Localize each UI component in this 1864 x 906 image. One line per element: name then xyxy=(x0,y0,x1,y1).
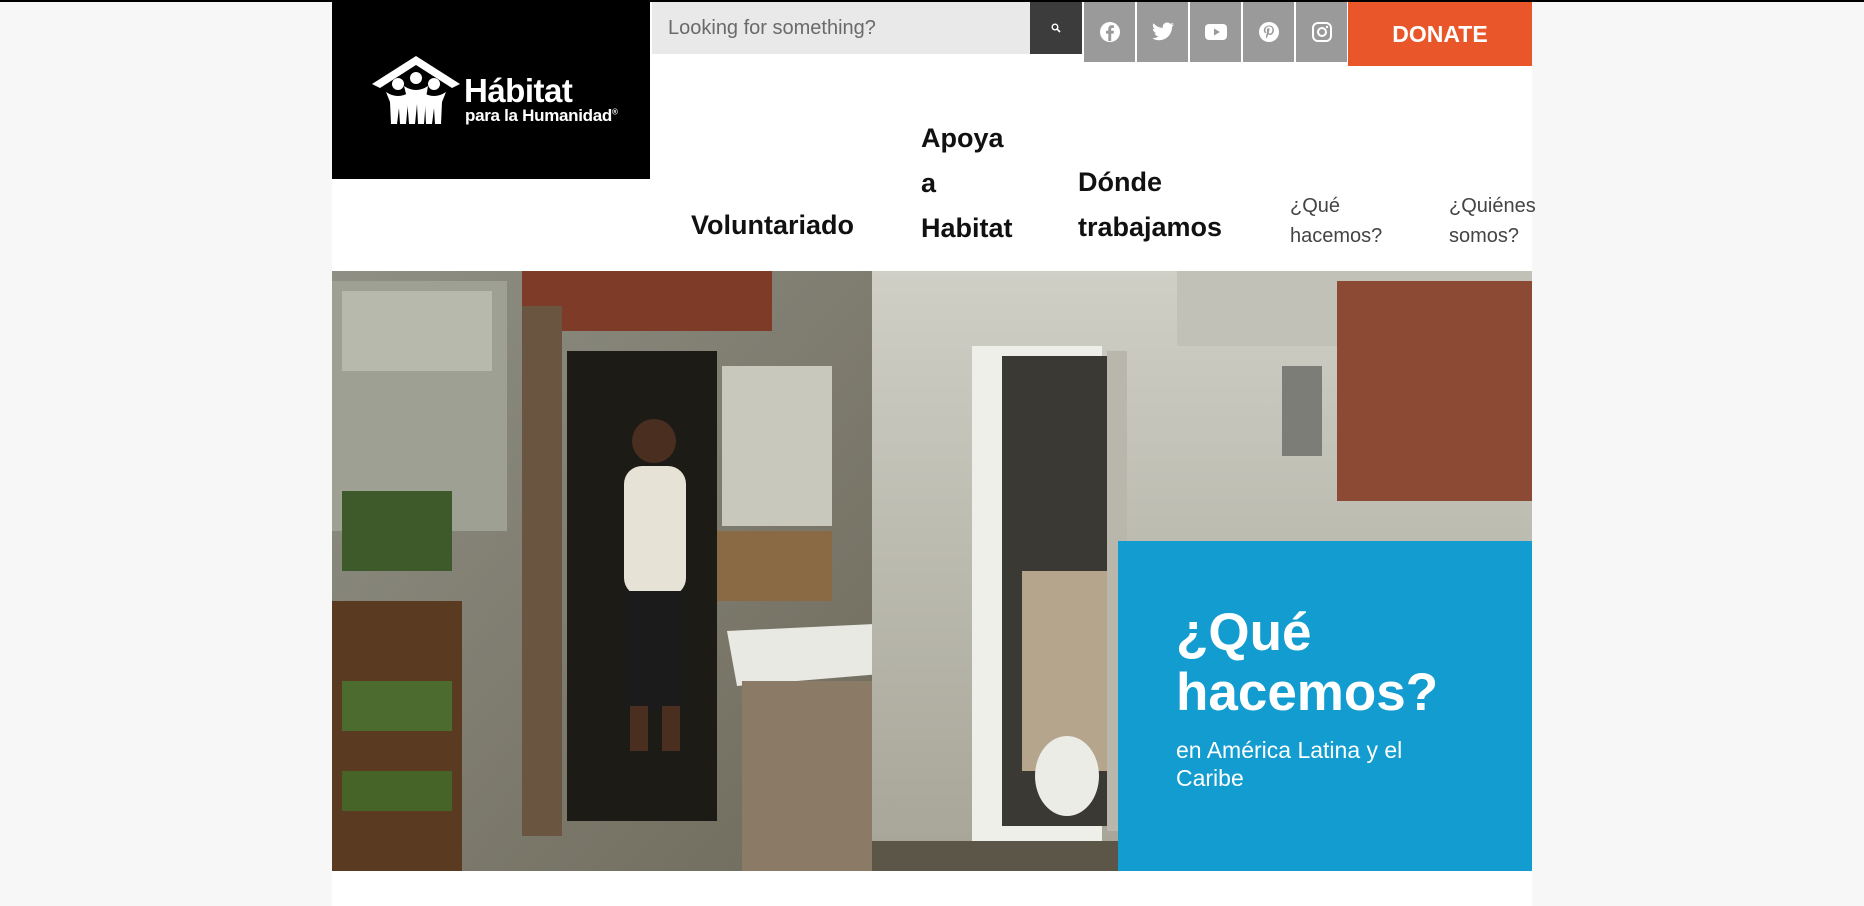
pinterest-icon xyxy=(1258,22,1279,42)
habitat-logo[interactable]: Hábitat para la Humanidad® xyxy=(332,2,650,179)
facebook-icon xyxy=(1099,22,1120,42)
nav-label: Habitat xyxy=(921,213,1013,243)
nav-label: Voluntariado xyxy=(691,210,855,240)
nav-voluntariado[interactable]: Voluntariado xyxy=(691,203,854,248)
hero-subtitle: en América Latina y el Caribe xyxy=(1176,737,1403,791)
nav-que-hacemos[interactable]: ¿Qué hacemos? xyxy=(1290,191,1382,251)
nav-quienes-somos[interactable]: ¿Quiénes somos? xyxy=(1449,191,1536,251)
hero-banner: ¿Qué hacemos? en América Latina y el Car… xyxy=(332,271,1532,871)
nav-label: Apoya xyxy=(921,123,1004,153)
search-icon xyxy=(1051,23,1061,33)
hero-title: ¿Qué hacemos? xyxy=(1176,603,1439,722)
nav-donde-trabajamos[interactable]: Dónde trabajamos xyxy=(1078,160,1222,250)
twitter-button[interactable] xyxy=(1137,2,1188,62)
nav-apoya-habitat[interactable]: Apoya a Habitat xyxy=(921,116,1013,251)
logo-name: Hábitat xyxy=(464,72,573,109)
pinterest-button[interactable] xyxy=(1243,2,1294,62)
instagram-button[interactable] xyxy=(1296,2,1347,62)
youtube-icon xyxy=(1204,24,1227,40)
habitat-house-icon xyxy=(372,56,460,124)
twitter-icon xyxy=(1151,22,1174,41)
nav-label: hacemos? xyxy=(1290,225,1383,247)
nav-label: somos? xyxy=(1449,225,1520,247)
search-bar xyxy=(652,2,1032,54)
nav-label: ¿Quiénes xyxy=(1449,195,1536,217)
nav-label: ¿Qué xyxy=(1290,195,1341,217)
search-input[interactable] xyxy=(652,2,1032,54)
youtube-button[interactable] xyxy=(1190,2,1241,62)
facebook-button[interactable] xyxy=(1084,2,1135,62)
nav-label: trabajamos xyxy=(1078,212,1223,242)
nav-label: a xyxy=(921,168,937,198)
nav-label: Dónde xyxy=(1078,167,1162,197)
instagram-icon xyxy=(1311,22,1332,42)
donate-button[interactable]: DONATE xyxy=(1348,2,1532,66)
page-container: Hábitat para la Humanidad® Looking for s… xyxy=(332,2,1536,906)
hero-caption-box: ¿Qué hacemos? en América Latina y el Car… xyxy=(1118,541,1532,871)
search-button[interactable] xyxy=(1030,2,1082,54)
logo-subtitle: para la Humanidad® xyxy=(465,106,618,125)
